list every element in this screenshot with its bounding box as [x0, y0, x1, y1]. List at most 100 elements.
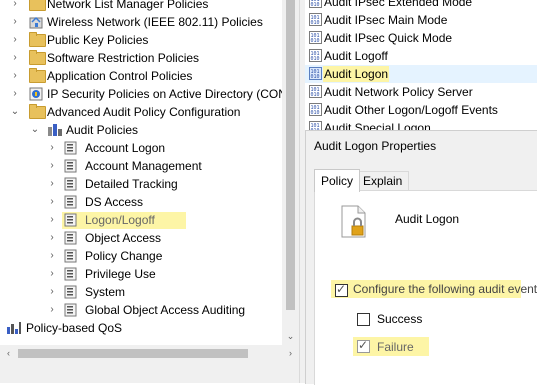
tree-item-policy-based-qos[interactable]: Policy-based QoS — [0, 319, 282, 337]
chevron-right-icon[interactable]: › — [10, 13, 20, 31]
chevron-right-icon[interactable]: › — [47, 301, 57, 319]
audit-category-icon — [64, 177, 78, 191]
tab-explain[interactable]: Explain — [356, 171, 410, 191]
list-item[interactable]: 101 010 Audit IPsec Extended Mode — [305, 0, 537, 11]
policy-setting-icon: 101010 — [309, 67, 322, 80]
chevron-right-icon[interactable]: › — [47, 175, 57, 193]
tree-item-object-access[interactable]: › Object Access — [0, 229, 282, 247]
chevron-down-icon[interactable]: ⌄ — [10, 103, 20, 121]
failure-label: Failure — [377, 340, 414, 354]
audit-category-icon — [64, 267, 78, 281]
chevron-right-icon[interactable]: › — [47, 211, 57, 229]
chevron-right-icon[interactable]: › — [10, 67, 20, 85]
subcategory-list: 101 010 Audit IPsec Extended Mode 101 010 … — [305, 0, 537, 130]
chevron-right-icon[interactable]: › — [47, 229, 57, 247]
tab-policy[interactable]: Policy — [314, 169, 361, 192]
tree-item-network-list-manager[interactable]: › Network List Manager Policies — [0, 0, 282, 13]
audit-category-icon — [64, 285, 78, 299]
svg-text:010: 010 — [311, 2, 320, 8]
tree-vertical-scrollbar[interactable]: ⌄ — [282, 0, 299, 345]
audit-category-icon — [64, 159, 78, 173]
tree-item-global-object-access[interactable]: › Global Object Access Auditing — [0, 301, 282, 319]
policy-setting-icon: 101010 — [309, 31, 322, 44]
svg-text:010: 010 — [311, 74, 320, 80]
audit-category-icon — [64, 249, 78, 263]
policy-setting-icon: 101010 — [309, 103, 322, 116]
success-label: Success — [377, 312, 423, 326]
list-item[interactable]: 101 010 Audit Other Logon/Logoff Events — [305, 101, 537, 119]
scroll-left-icon[interactable]: ‹ — [0, 345, 17, 362]
list-item[interactable]: 101010 Audit Special Logon — [305, 119, 537, 130]
chevron-right-icon[interactable]: › — [10, 85, 20, 103]
dialog-title: Audit Logon Properties — [314, 139, 437, 153]
list-item[interactable]: 101 010 Audit IPsec Main Mode — [305, 11, 537, 29]
chevron-right-icon[interactable]: › — [47, 247, 57, 265]
policy-setting-icon: 101010 — [309, 13, 322, 26]
audit-policies-icon — [47, 123, 62, 137]
chevron-right-icon[interactable]: › — [47, 265, 57, 283]
policy-tab-panel: Audit Logon Configure the following audi… — [314, 190, 537, 385]
tree-item-ip-security[interactable]: › IP Security Policies on Active Directo… — [0, 85, 282, 103]
chevron-right-icon[interactable]: › — [47, 157, 57, 175]
svg-text:010: 010 — [311, 56, 320, 62]
folder-icon — [29, 104, 46, 119]
wireless-policy-icon — [29, 15, 43, 29]
list-item[interactable]: 101 010 Audit Network Policy Server — [305, 83, 537, 101]
audit-category-icon — [64, 213, 78, 227]
qos-chart-icon — [6, 321, 21, 335]
policy-setting-icon: 101010 — [309, 0, 322, 8]
chevron-right-icon[interactable]: › — [10, 0, 20, 13]
tree-item-account-management[interactable]: › Account Management — [0, 157, 282, 175]
tree-item-system[interactable]: › System — [0, 283, 282, 301]
policy-setting-icon: 101010 — [309, 49, 322, 62]
list-item[interactable]: 101 010 Audit IPsec Quick Mode — [305, 29, 537, 47]
chevron-right-icon[interactable]: › — [10, 31, 20, 49]
configure-label: Configure the following audit events: — [353, 282, 537, 296]
svg-text:010: 010 — [311, 38, 320, 44]
list-item-selected[interactable]: 101 010 Audit Logon — [305, 65, 537, 83]
tree-item-detailed-tracking[interactable]: › Detailed Tracking — [0, 175, 282, 193]
scroll-down-icon[interactable]: ⌄ — [282, 328, 299, 345]
chevron-right-icon[interactable]: › — [47, 193, 57, 211]
audit-category-icon — [64, 141, 78, 155]
properties-dialog: Audit Logon Properties Policy Explain Au… — [305, 130, 537, 385]
audit-category-icon — [64, 303, 78, 317]
svg-text:010: 010 — [311, 92, 320, 98]
chevron-right-icon[interactable]: › — [47, 283, 57, 301]
svg-text:010: 010 — [311, 20, 320, 26]
tree-item-public-key[interactable]: › Public Key Policies — [0, 31, 282, 49]
status-area — [0, 362, 305, 383]
tree-item-application-control[interactable]: › Application Control Policies — [0, 67, 282, 85]
scroll-right-icon[interactable]: › — [282, 345, 299, 362]
tree-item-software-restriction[interactable]: › Software Restriction Policies — [0, 49, 282, 67]
configure-checkbox[interactable] — [335, 282, 348, 297]
scrollbar-thumb[interactable] — [286, 0, 295, 310]
audit-policy-document-icon — [340, 205, 368, 239]
chevron-down-icon[interactable]: ⌄ — [30, 121, 40, 139]
chevron-right-icon[interactable]: › — [47, 139, 57, 157]
tree-item-audit-policies[interactable]: ⌄ Audit Policies — [0, 121, 282, 139]
tree-item-wireless-network[interactable]: › Wireless Network (IEEE 802.11) Policie… — [0, 13, 282, 31]
folder-icon — [29, 0, 46, 11]
tree-item-account-logon[interactable]: › Account Logon — [0, 139, 282, 157]
policy-setting-icon: 101010 — [309, 121, 322, 130]
scrollbar-thumb[interactable] — [18, 349, 248, 358]
policy-setting-icon: 101010 — [309, 85, 322, 98]
tree-item-ds-access[interactable]: › DS Access — [0, 193, 282, 211]
audit-category-icon — [64, 195, 78, 209]
chevron-right-icon[interactable]: › — [10, 49, 20, 67]
tree-item-policy-change[interactable]: › Policy Change — [0, 247, 282, 265]
policy-name: Audit Logon — [395, 212, 460, 226]
folder-icon — [29, 68, 46, 83]
policy-tree: › Network List Manager Policies › Wirele… — [0, 0, 282, 345]
list-item[interactable]: 101 010 Audit Logoff — [305, 47, 537, 65]
failure-checkbox[interactable] — [357, 338, 370, 353]
ip-security-icon — [29, 87, 43, 101]
tree-item-logon-logoff[interactable]: › Logon/Logoff — [0, 211, 282, 229]
tree-item-privilege-use[interactable]: › Privilege Use — [0, 265, 282, 283]
tree-horizontal-scrollbar[interactable]: ‹ › — [0, 345, 299, 362]
success-checkbox[interactable] — [357, 313, 370, 326]
folder-icon — [29, 32, 46, 47]
folder-icon — [29, 50, 46, 65]
tree-item-advanced-audit[interactable]: ⌄ Advanced Audit Policy Configuration — [0, 103, 282, 121]
